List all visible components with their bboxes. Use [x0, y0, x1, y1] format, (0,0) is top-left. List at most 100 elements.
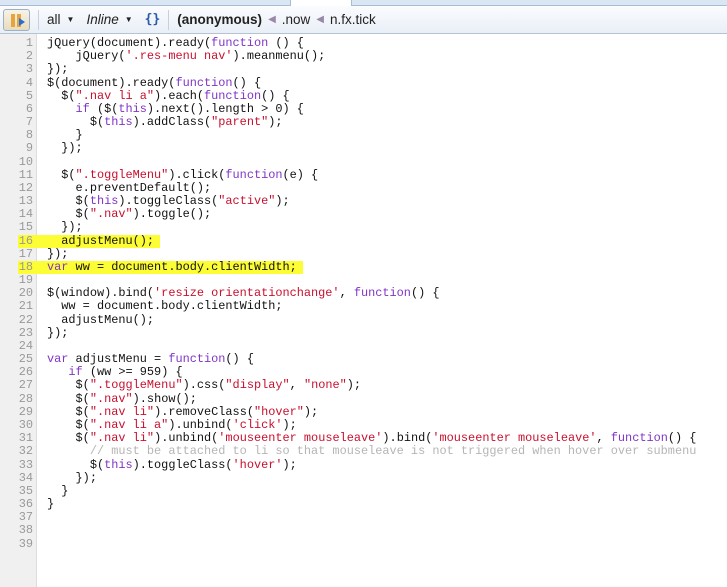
code-token: ".nav li": [89, 431, 155, 446]
filter-label: all: [47, 12, 61, 27]
code-token: () {: [268, 36, 304, 50]
code-text: });: [47, 325, 69, 340]
line-number[interactable]: 21: [0, 300, 33, 313]
breadcrumb-tick[interactable]: n.fx.tick: [330, 12, 376, 27]
code-token: ).bind(: [382, 431, 433, 446]
code-token: });: [47, 325, 69, 340]
code-line[interactable]: 9 });: [0, 142, 727, 155]
code-line[interactable]: 14 $(".nav").toggle();: [0, 208, 727, 221]
code-token: });: [47, 141, 83, 156]
code-token: });: [47, 62, 69, 77]
line-number[interactable]: 34: [0, 471, 33, 485]
code-token: $(: [47, 378, 90, 393]
code-token: ".nav": [89, 207, 133, 222]
filter-dropdown[interactable]: all ▼: [47, 12, 74, 27]
line-number[interactable]: 28: [0, 392, 33, 406]
code-token: ww = document.body.clientWidth;: [47, 299, 283, 314]
code-token: var: [47, 352, 69, 367]
chevron-left-icon: ◀: [316, 14, 324, 25]
code-token: ).addClass(: [132, 115, 212, 130]
code-token: () {: [225, 352, 254, 367]
code-token: 'hover': [232, 457, 283, 472]
code-line[interactable]: 18 var ww = document.body.clientWidth;: [0, 260, 727, 275]
breadcrumb-anonymous[interactable]: (anonymous): [177, 12, 262, 27]
line-number[interactable]: 39: [0, 537, 33, 551]
chevron-left-icon: ◀: [268, 14, 276, 25]
line-number[interactable]: 16: [0, 234, 33, 248]
code-token: ).click(: [168, 167, 226, 182]
code-line[interactable]: 35 }: [0, 483, 727, 498]
braces-icon[interactable]: {}: [145, 12, 161, 27]
code-token: );: [275, 194, 290, 209]
code-text: var ww = document.body.clientWidth;: [47, 260, 297, 274]
line-number[interactable]: 10: [0, 155, 33, 169]
code-token: 'mouseenter mouseleave': [432, 431, 597, 446]
code-token: ).toggleClass(: [132, 457, 233, 472]
code-token: $(document).ready(: [47, 75, 176, 90]
code-token: $(: [47, 207, 90, 222]
code-token: adjustMenu =: [68, 352, 169, 367]
code-line[interactable]: 8 }: [0, 129, 727, 142]
code-token: );: [268, 115, 283, 130]
code-line[interactable]: 16 adjustMenu();: [0, 233, 727, 248]
line-number[interactable]: 38: [0, 524, 33, 537]
code-line[interactable]: 34 });: [0, 470, 727, 485]
code-line[interactable]: 2 jQuery('.res-menu nav').meanmenu();: [0, 49, 727, 64]
code-token: 'resize orientationchange': [154, 286, 340, 301]
code-token: ).next().length > 0) {: [146, 101, 304, 116]
line-number[interactable]: 9: [0, 142, 33, 155]
code-token: });: [47, 470, 97, 485]
code-line[interactable]: 33 $(this).toggleClass('hover');: [0, 457, 727, 472]
code-token: $(: [47, 391, 90, 406]
code-line[interactable]: 39: [0, 537, 727, 551]
breadcrumb-now[interactable]: .now: [282, 12, 311, 27]
code-token: 'mouseenter mouseleave': [218, 431, 383, 446]
code-line[interactable]: 36}: [0, 497, 727, 511]
line-number[interactable]: 15: [0, 221, 33, 234]
code-token: '.res-menu nav': [125, 49, 233, 64]
code-token: "hover": [253, 404, 304, 419]
code-token: });: [47, 246, 69, 261]
chevron-down-icon: ▼: [66, 15, 75, 24]
line-number[interactable]: 5: [0, 89, 33, 103]
code-line[interactable]: 37: [0, 511, 727, 524]
code-token: adjustMenu();: [47, 233, 155, 248]
code-token: ).meanmenu();: [232, 49, 326, 64]
code-token: each(: [168, 88, 205, 103]
code-line[interactable]: 22 adjustMenu();: [0, 313, 727, 327]
code-token: );: [346, 378, 362, 393]
code-token: function: [225, 167, 283, 182]
code-line[interactable]: 23});: [0, 325, 727, 340]
code-line[interactable]: 7 $(this).addClass("parent");: [0, 115, 727, 130]
code-token: () {: [667, 431, 697, 446]
code-token: $(: [47, 167, 76, 182]
line-number[interactable]: 27: [0, 379, 33, 392]
mode-label: Inline: [86, 12, 119, 27]
line-number[interactable]: 11: [0, 168, 33, 182]
code-token: ).css(: [182, 378, 226, 393]
line-number[interactable]: 3: [0, 63, 33, 76]
code-token: }: [47, 483, 69, 498]
code-token: "none": [303, 378, 347, 393]
line-number[interactable]: 22: [0, 313, 33, 327]
line-number[interactable]: 4: [0, 76, 33, 90]
code-token: () {: [410, 286, 440, 301]
code-token: $(: [47, 431, 90, 446]
code-token: ).show();: [132, 391, 197, 406]
code-editor[interactable]: 1 jQuery(document).ready(function () {2 j…: [0, 36, 727, 551]
mode-dropdown[interactable]: Inline ▼: [86, 12, 132, 27]
line-number[interactable]: 17: [0, 247, 33, 261]
code-token: ).toggle();: [132, 207, 212, 222]
code-token: function: [204, 88, 262, 103]
code-line[interactable]: 38: [0, 524, 727, 537]
code-text: }: [47, 497, 54, 511]
line-number[interactable]: 23: [0, 326, 33, 340]
line-number[interactable]: 33: [0, 458, 33, 472]
code-token: this: [104, 457, 133, 472]
debugger-toolbar: all ▼ Inline ▼ {} (anonymous) ◀ .now ◀ n.f…: [0, 6, 727, 34]
code-token: ".nav li": [89, 404, 155, 419]
code-token: ".nav li a": [75, 88, 155, 103]
play-icon: [19, 17, 25, 26]
line-number[interactable]: 32: [0, 445, 33, 458]
pause-on-exceptions-button[interactable]: [3, 8, 30, 31]
